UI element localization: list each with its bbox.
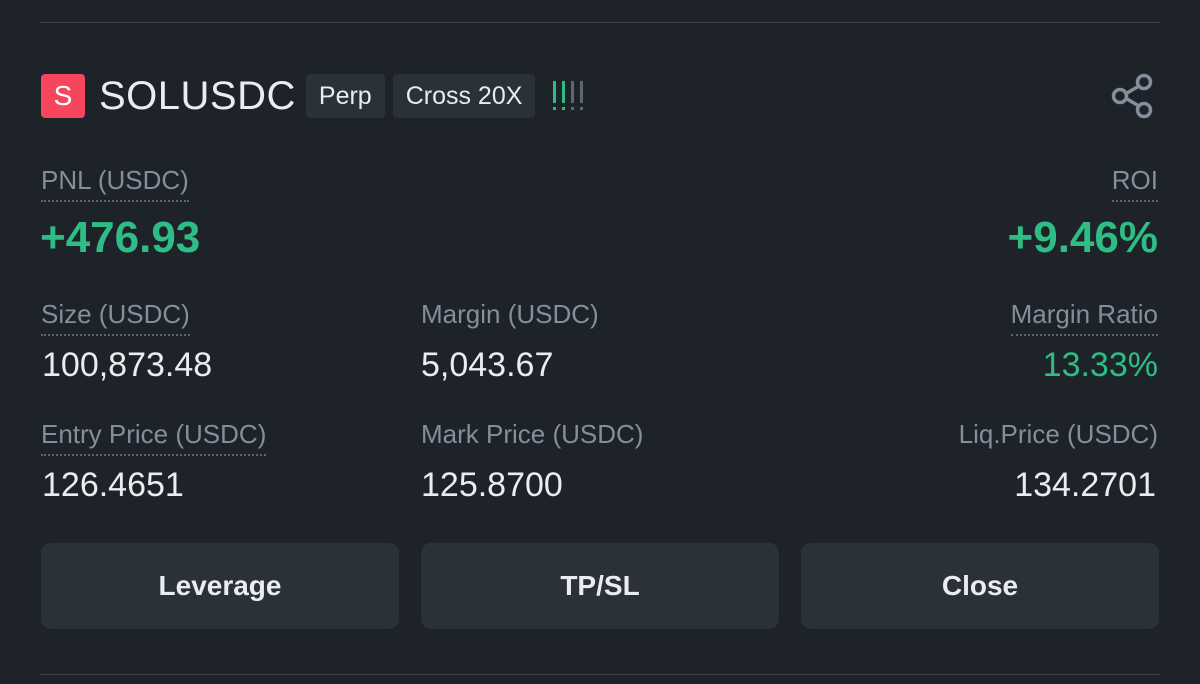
margin-value: 5,043.67 [421,346,554,384]
margin-ratio-value: 13.33% [1042,346,1158,384]
side-badge-letter: S [53,80,73,111]
pnl-value: +476.93 [40,213,201,262]
tpsl-button[interactable]: TP/SL [421,543,779,629]
liq-price-value: 134.2701 [1014,466,1156,504]
roi-value: +9.46% [1007,213,1158,262]
liq-price-label: Liq.Price (USDC) [958,419,1158,449]
margin-mode-tag[interactable]: Cross 20X [392,74,536,118]
top-divider [40,22,1160,23]
leverage-button[interactable]: Leverage [41,543,399,629]
size-label[interactable]: Size (USDC) [41,299,190,336]
entry-price-label[interactable]: Entry Price (USDC) [41,419,267,456]
mark-price-label: Mark Price (USDC) [421,419,644,449]
side-badge: S [41,74,85,118]
bottom-divider [40,674,1160,675]
size-value: 100,873.48 [42,346,213,384]
contract-type-tag: Perp [305,74,385,118]
position-header: S SOLUSDC Perp Cross 20X [41,72,587,120]
signal-strength-icon [551,78,587,114]
pnl-label[interactable]: PNL (USDC) [41,165,189,202]
margin-ratio-label[interactable]: Margin Ratio [1010,299,1158,336]
symbol-name[interactable]: SOLUSDC [99,74,296,119]
roi-label[interactable]: ROI [1111,165,1158,202]
close-position-button[interactable]: Close [801,543,1159,629]
margin-label: Margin (USDC) [421,299,599,329]
mark-price-value: 125.8700 [421,466,563,504]
entry-price-value: 126.4651 [42,466,184,504]
share-icon[interactable] [1108,72,1156,120]
